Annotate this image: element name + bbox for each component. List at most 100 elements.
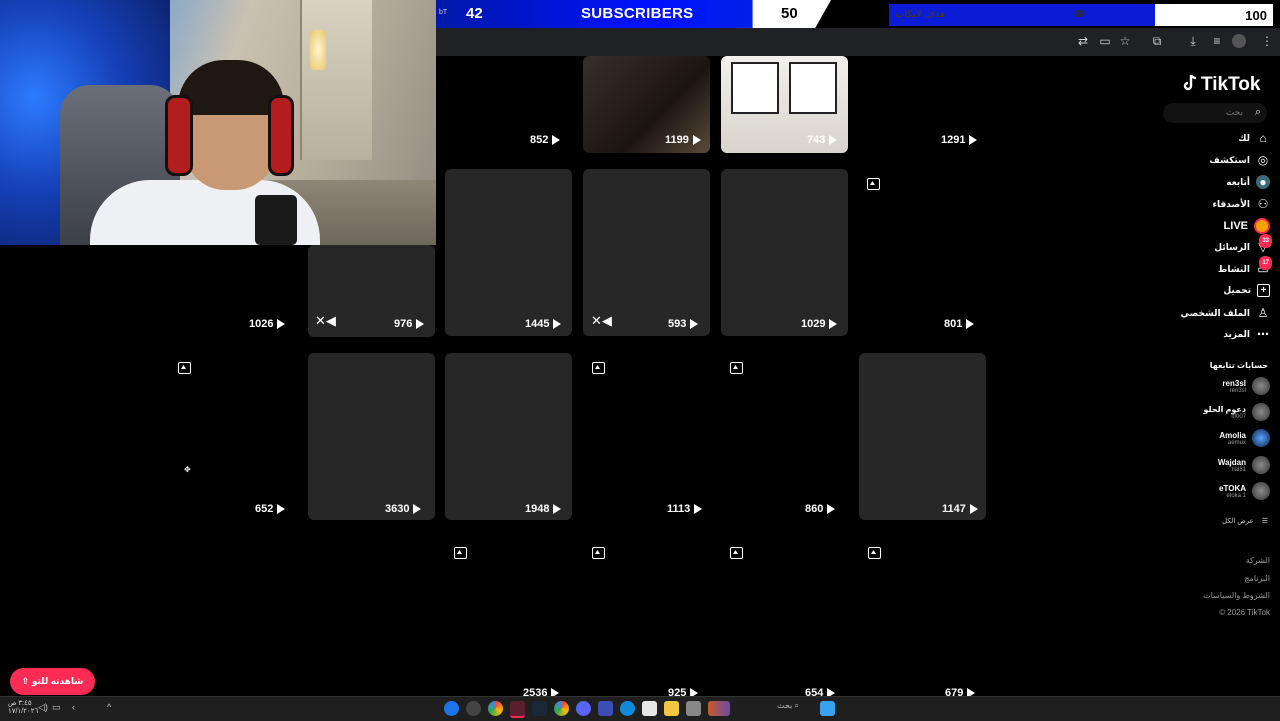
avatar: [1252, 429, 1270, 447]
live-icon: [1254, 218, 1270, 234]
video-placeholder[interactable]: [445, 353, 572, 520]
up-arrow-icon: ⇧: [21, 676, 32, 686]
following-account[interactable]: eTOKA etoka.1: [1219, 482, 1270, 500]
show-all-link[interactable]: عرض الكل ☰: [1222, 517, 1268, 525]
footer-link-company[interactable]: الشركة: [1246, 556, 1270, 565]
view-count: 1948: [525, 503, 562, 515]
video-placeholder[interactable]: [445, 169, 572, 336]
following-account[interactable]: Amolia aemux: [1219, 429, 1270, 447]
subscriber-tag: bT: [439, 9, 448, 16]
windows-start-icon[interactable]: [820, 701, 835, 716]
translate-icon[interactable]: ⇄: [1076, 34, 1090, 48]
taskbar-app-icon[interactable]: [466, 701, 481, 716]
mouse-cursor: ✥: [184, 465, 191, 474]
play-icon: [966, 319, 975, 329]
broken-image-icon: [592, 547, 605, 559]
extensions-icon[interactable]: ⧉: [1150, 34, 1164, 48]
nav-item-explore[interactable]: استكشف ◎: [1209, 153, 1270, 167]
chrome-icon[interactable]: [554, 701, 569, 716]
video-placeholder[interactable]: [859, 353, 986, 520]
chrome-icon[interactable]: [488, 701, 503, 716]
list-icon: ☰: [1261, 518, 1268, 525]
like-goal-current: 80: [1074, 9, 1086, 20]
tray-chevron-icon[interactable]: ‹: [72, 702, 75, 712]
bookmark-star-icon[interactable]: ☆: [1118, 34, 1132, 48]
view-count: 652: [255, 503, 286, 515]
nav-item-upload[interactable]: تحميل +: [1223, 284, 1270, 297]
nav-item-friends[interactable]: الأصدقاء ⚇: [1212, 197, 1270, 211]
following-account[interactable]: ren3sl ren3sl: [1222, 377, 1270, 395]
subscriber-goal: 50: [781, 5, 798, 22]
menu-kebab-icon[interactable]: ⋮: [1260, 34, 1274, 48]
nav-item-for-you[interactable]: لك ⌂: [1238, 131, 1270, 145]
discord-icon[interactable]: [576, 701, 591, 716]
address-bar[interactable]: [436, 30, 1066, 54]
network-icon[interactable]: ▭: [52, 702, 61, 713]
nav-item-live[interactable]: LIVE: [1224, 218, 1270, 234]
media-icon[interactable]: ≡: [1210, 34, 1224, 48]
avatar: [1252, 482, 1270, 500]
subscriber-goal-bar: bT 42 SUBSCRIBERS 50: [436, 0, 831, 28]
nav-item-messages[interactable]: الرسائل▽33: [1214, 234, 1272, 254]
activity-badge: 17: [1259, 256, 1272, 270]
store-icon[interactable]: [642, 701, 657, 716]
view-count: 801: [944, 318, 975, 330]
play-icon: [692, 135, 701, 145]
edge-icon[interactable]: [620, 701, 635, 716]
view-count: 3630: [385, 503, 422, 515]
view-count: 1199: [665, 134, 701, 146]
video-placeholder[interactable]: [583, 169, 710, 336]
nav-item-following[interactable]: أتابعه ●: [1226, 175, 1270, 189]
obs-icon[interactable]: [510, 701, 525, 718]
download-icon[interactable]: ⤓: [1186, 34, 1200, 48]
nav-item-more[interactable]: المزيد ⋯: [1223, 327, 1270, 341]
cast-icon[interactable]: ▭: [1098, 34, 1112, 48]
play-icon: [829, 319, 838, 329]
taskbar-app-icon[interactable]: [598, 701, 613, 716]
profile-avatar-icon[interactable]: [1232, 34, 1246, 48]
view-count: 860: [805, 503, 836, 515]
following-account[interactable]: دعوم الحلو fff007: [1204, 403, 1270, 421]
microphone: [255, 195, 297, 245]
mute-icon[interactable]: ✕◀: [315, 313, 336, 329]
broken-image-icon: [730, 547, 743, 559]
like-goal-label: هدف لايكات: [895, 9, 946, 20]
windows-taskbar: ٣:٤٥ ص ١٧/١/٢٠٢٦ ◁) ▭ ‹ ^ بحث ⌕: [0, 696, 1280, 721]
nav-item-profile[interactable]: الملف الشخصي ♙: [1181, 306, 1270, 320]
avatar: [1252, 456, 1270, 474]
footer-link-program[interactable]: البرنامج: [1244, 574, 1270, 583]
view-count: 976: [394, 318, 425, 330]
taskbar-clock[interactable]: ٣:٤٥ ص ١٧/١/٢٠٢٦: [8, 700, 38, 716]
tray-up-icon[interactable]: ^: [107, 702, 111, 712]
play-icon: [553, 504, 562, 514]
just-watched-button[interactable]: ⇧ شاهدته للتو: [10, 668, 95, 695]
webcam-overlay: [0, 0, 436, 245]
messages-badge: 33: [1259, 234, 1272, 248]
nav-item-activity[interactable]: النشاط▭17: [1218, 256, 1272, 276]
taskbar-app-icon[interactable]: [444, 701, 459, 716]
following-account[interactable]: Wajdan llal81: [1218, 456, 1270, 474]
search-input[interactable]: بحث ⌕: [1163, 103, 1267, 123]
subscriber-current: 42: [466, 5, 483, 22]
broken-image-icon: [867, 178, 880, 190]
search-icon[interactable]: ⌕: [1255, 106, 1261, 119]
mute-icon[interactable]: ✕◀: [591, 313, 612, 329]
view-count: 1445: [525, 318, 562, 330]
video-placeholder[interactable]: [308, 353, 435, 520]
view-count: 1291: [941, 134, 978, 146]
logo-text: TikTok: [1201, 74, 1261, 95]
broken-image-icon: [868, 547, 881, 559]
volume-icon[interactable]: ◁): [38, 702, 48, 713]
play-icon: [969, 504, 978, 514]
steam-icon[interactable]: [532, 701, 547, 716]
footer-link-terms[interactable]: الشروط والسياسات: [1203, 591, 1270, 600]
view-count: 1026: [249, 318, 286, 330]
task-view-icon[interactable]: [686, 701, 701, 716]
tiktok-logo[interactable]: TikTok: [1183, 72, 1280, 96]
video-placeholder[interactable]: [721, 169, 848, 336]
widgets-icon[interactable]: [708, 701, 730, 716]
profile-icon: ♙: [1257, 306, 1269, 320]
file-explorer-icon[interactable]: [664, 701, 679, 716]
taskbar-search[interactable]: بحث ⌕: [777, 701, 799, 711]
play-icon: [969, 135, 978, 145]
